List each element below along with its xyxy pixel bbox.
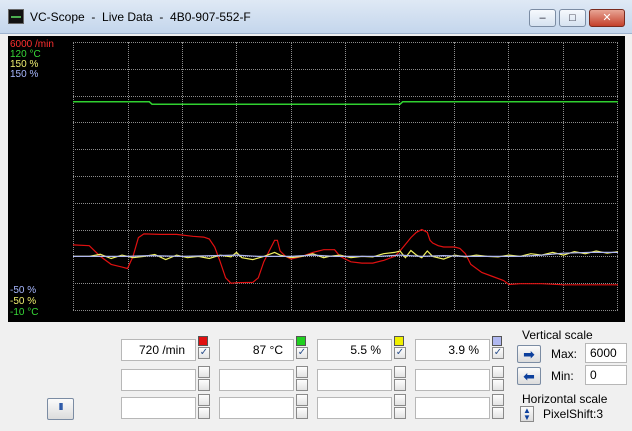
- max-input[interactable]: 6000: [585, 343, 627, 363]
- channel-enable-checkbox[interactable]: ✓: [296, 347, 308, 359]
- trace-series-0: [72, 228, 618, 286]
- close-button[interactable]: ✕: [589, 9, 625, 27]
- channel-empty-checkbox-b[interactable]: [296, 407, 308, 419]
- channel-value-empty: [317, 369, 392, 391]
- channel-enable-checkbox[interactable]: ✓: [492, 347, 504, 359]
- max-label: Max:: [551, 347, 578, 361]
- vertical-scale-label: Vertical scale: [522, 328, 593, 342]
- maximize-icon: □: [569, 12, 576, 24]
- channel-value-empty: [317, 397, 392, 419]
- channel-color-swatch: [296, 336, 306, 346]
- horizontal-scale-label: Horizontal scale: [522, 392, 608, 406]
- scope-chart: 6000 /min 120 °C 150 % 150 % -50 % -50 % -10 …: [8, 36, 625, 322]
- pause-button[interactable]: II: [47, 398, 74, 420]
- channel-empty-checkbox-b[interactable]: [394, 379, 406, 391]
- arrow-right-icon: ➡: [523, 346, 535, 362]
- channel-value-empty: [219, 397, 294, 419]
- title-bar: VC-Scope - Live Data - 4B0-907-552-F – □…: [0, 0, 632, 34]
- channel-value: 5.5 %: [317, 339, 392, 361]
- channel-empty-checkbox-a[interactable]: [394, 394, 406, 406]
- arrow-left-icon: ⬅: [523, 368, 535, 384]
- minimize-icon: –: [539, 12, 546, 24]
- channel-empty-checkbox-b[interactable]: [394, 407, 406, 419]
- channel-empty-checkbox-a[interactable]: [492, 394, 504, 406]
- channel-value-empty: [415, 369, 490, 391]
- channel-color-swatch: [394, 336, 404, 346]
- channel-empty-checkbox-b[interactable]: [296, 379, 308, 391]
- min-label: Min:: [551, 369, 574, 383]
- channel-empty-checkbox-a[interactable]: [394, 366, 406, 378]
- channel-empty-checkbox-b[interactable]: [492, 379, 504, 391]
- channel-enable-checkbox[interactable]: ✓: [394, 347, 406, 359]
- trace-series-1: [73, 101, 618, 105]
- channel-empty-checkbox-a[interactable]: [296, 366, 308, 378]
- channel-value: 720 /min: [121, 339, 196, 361]
- channel-empty-checkbox-a[interactable]: [198, 366, 210, 378]
- channel-color-swatch: [198, 336, 208, 346]
- scale-down-button[interactable]: ⬅: [517, 367, 541, 385]
- pause-icon: II: [58, 402, 64, 413]
- channel-value-empty: [415, 397, 490, 419]
- channel-empty-checkbox-b[interactable]: [198, 379, 210, 391]
- channel-empty-checkbox-a[interactable]: [296, 394, 308, 406]
- app-icon: [8, 9, 24, 24]
- channel-value-empty: [219, 369, 294, 391]
- channel-value: 3.9 %: [415, 339, 490, 361]
- channel-value: 87 °C: [219, 339, 294, 361]
- channel-empty-checkbox-a[interactable]: [492, 366, 504, 378]
- maximize-button[interactable]: □: [559, 9, 586, 27]
- scale-up-button[interactable]: ➡: [517, 345, 541, 363]
- pixelshift-spinner[interactable]: ▲ ▼: [520, 406, 534, 422]
- channel-color-swatch: [492, 336, 502, 346]
- pixelshift-value: PixelShift:3: [543, 407, 604, 421]
- window-title: VC-Scope - Live Data - 4B0-907-552-F: [30, 10, 251, 24]
- min-input[interactable]: 0: [585, 365, 627, 385]
- spin-arrows-icon: ▲ ▼: [523, 406, 531, 422]
- channel-value-empty: [121, 369, 196, 391]
- trace-canvas: [72, 101, 619, 286]
- channel-enable-checkbox[interactable]: ✓: [198, 347, 210, 359]
- close-icon: ✕: [602, 12, 612, 24]
- minimize-button[interactable]: –: [529, 9, 556, 27]
- channel-value-empty: [121, 397, 196, 419]
- channel-empty-checkbox-b[interactable]: [492, 407, 504, 419]
- channel-empty-checkbox-a[interactable]: [198, 394, 210, 406]
- channel-empty-checkbox-b[interactable]: [198, 407, 210, 419]
